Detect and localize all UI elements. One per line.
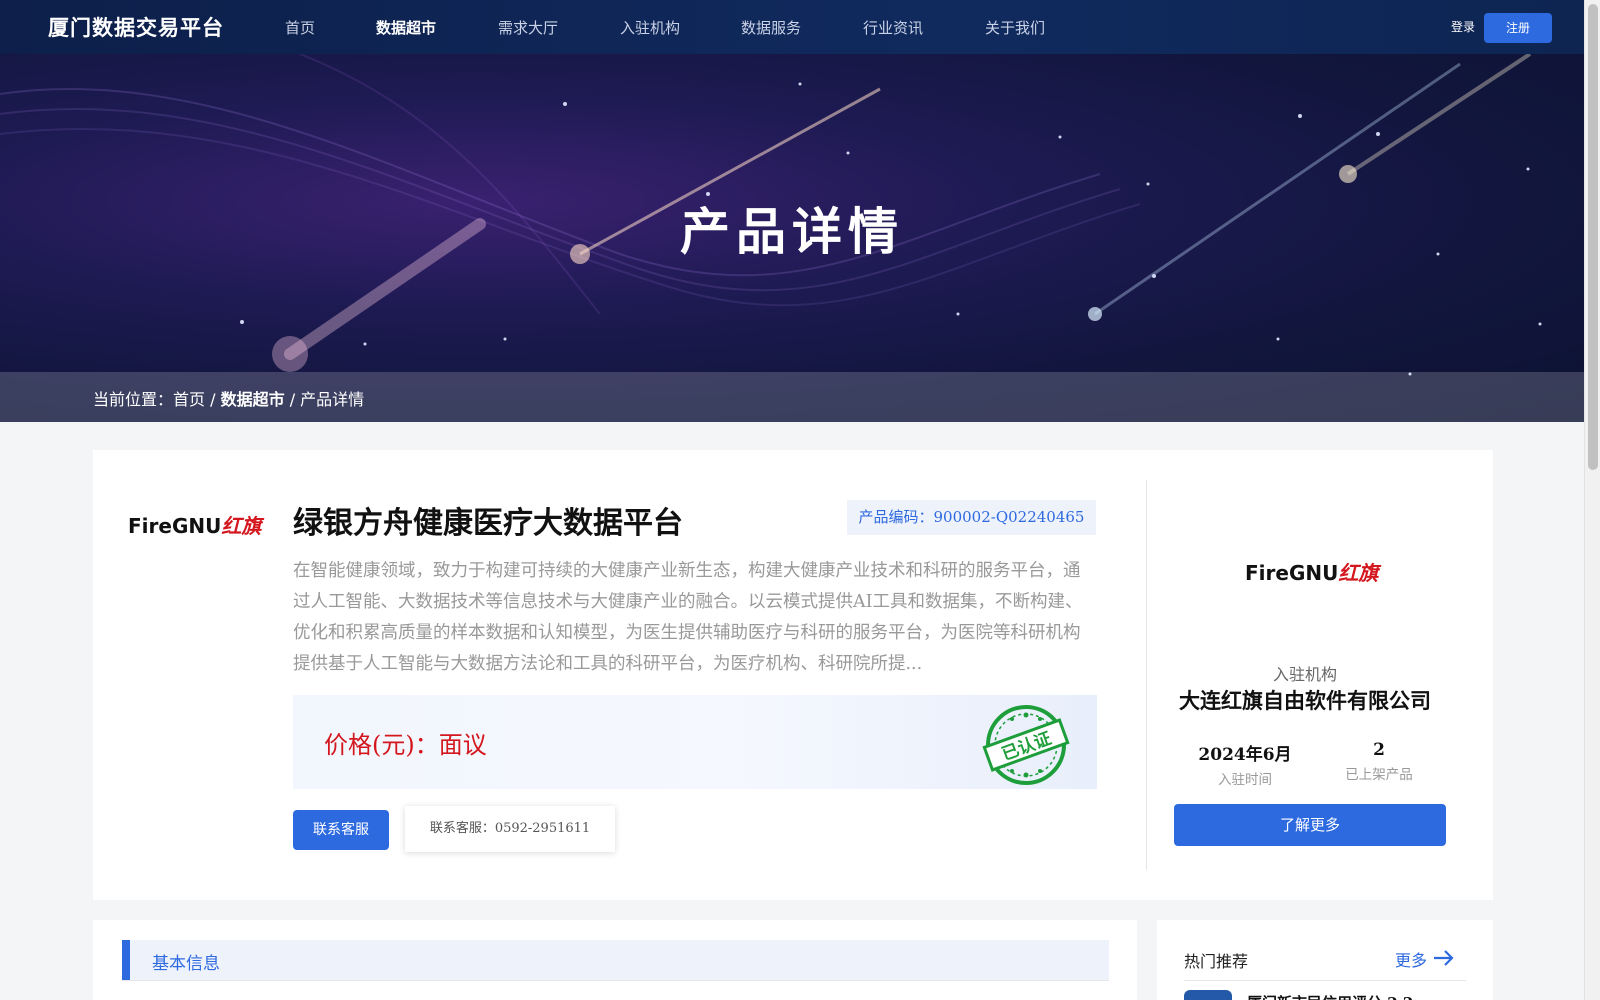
- product-count-label: 已上架产品: [1345, 767, 1413, 783]
- product-description: 在智能健康领域，致力于构建可持续的大健康产业新生态，构建大健康产业技术和科研的服…: [293, 561, 1083, 674]
- breadcrumb-section[interactable]: 数据超市: [221, 390, 285, 409]
- nav-item-demand-hall[interactable]: 需求大厅: [498, 17, 558, 38]
- breadcrumb-prefix: 当前位置：: [93, 390, 174, 409]
- basic-info-card: 基本信息: [93, 920, 1137, 1000]
- logo-cn-text: 红旗: [221, 514, 262, 538]
- hot-item-thumbnail[interactable]: [1184, 990, 1232, 1000]
- breadcrumb-current: 产品详情: [300, 390, 365, 409]
- nav-item-industry-news[interactable]: 行业资讯: [863, 17, 923, 38]
- basic-info-title: 基本信息: [152, 954, 220, 974]
- product-logo: FireGNU红旗: [128, 510, 261, 539]
- price-text: 价格(元)：面议: [324, 731, 487, 759]
- hot-recommendations-card: 热门推荐 更多 厦门新市民信用评分 2.2: [1157, 920, 1493, 1000]
- login-link[interactable]: 登录: [1451, 18, 1475, 35]
- hero-banner: 产品详情 当前位置：首页 / 数据超市 / 产品详情: [0, 54, 1584, 422]
- product-title: 绿银方舟健康医疗大数据平台: [293, 506, 683, 541]
- breadcrumb-separator: /: [205, 390, 221, 409]
- join-date-value: 2024年6月: [1198, 745, 1292, 765]
- nav-item-institutions[interactable]: 入驻机构: [620, 17, 680, 38]
- hot-item-title[interactable]: 厦门新市民信用评分 2.2: [1247, 992, 1413, 1000]
- page-title: 产品详情: [680, 202, 904, 261]
- breadcrumb-trail: 当前位置：首页 / 数据超市 / 产品详情: [93, 386, 364, 410]
- vertical-divider: [1146, 480, 1147, 870]
- hot-recommendations-title: 热门推荐: [1184, 952, 1249, 971]
- basic-info-header: 基本信息: [122, 940, 1109, 980]
- certified-stamp-icon: 已认证: [982, 705, 1070, 785]
- arrow-right-icon[interactable]: [1433, 950, 1455, 966]
- price-panel: 价格(元)：面议 已认证: [293, 695, 1097, 789]
- site-logo[interactable]: 厦门数据交易平台: [48, 12, 224, 42]
- contact-phone-tooltip: 联系客服：0592-2951611: [405, 806, 615, 852]
- learn-more-button[interactable]: 了解更多: [1174, 804, 1446, 846]
- logo-brand-text: FireGNU: [1245, 561, 1339, 585]
- product-count-value: 2: [1373, 740, 1385, 760]
- institution-logo: FireGNU红旗: [1245, 557, 1378, 586]
- divider: [1184, 980, 1466, 981]
- nav-item-about-us[interactable]: 关于我们: [985, 17, 1045, 38]
- institution-label: 入驻机构: [1272, 665, 1337, 684]
- breadcrumb: 当前位置：首页 / 数据超市 / 产品详情: [0, 372, 1584, 422]
- divider: [122, 980, 1109, 981]
- institution-name: 大连红旗自由软件有限公司: [1179, 688, 1431, 713]
- register-button[interactable]: 注册: [1484, 13, 1552, 43]
- nav-item-home[interactable]: 首页: [285, 17, 315, 38]
- product-count-stat: 2 已上架产品: [1309, 740, 1449, 783]
- breadcrumb-separator: /: [284, 390, 301, 409]
- hot-more-link[interactable]: 更多: [1395, 947, 1427, 971]
- nav-item-data-services[interactable]: 数据服务: [741, 17, 801, 38]
- product-code-badge: 产品编码：900002-Q02240465: [847, 500, 1096, 535]
- nav-item-data-market[interactable]: 数据超市: [376, 17, 436, 38]
- breadcrumb-home[interactable]: 首页: [173, 390, 205, 409]
- page-scrollbar[interactable]: [1584, 0, 1600, 1000]
- logo-brand-text: FireGNU: [128, 514, 222, 538]
- logo-cn-text: 红旗: [1338, 561, 1379, 585]
- scrollbar-thumb[interactable]: [1588, 4, 1598, 470]
- join-date-label: 入驻时间: [1218, 772, 1272, 788]
- contact-service-button[interactable]: 联系客服: [293, 810, 389, 850]
- top-navigation: 厦门数据交易平台 首页 数据超市 需求大厅 入驻机构 数据服务 行业资讯 关于我…: [0, 0, 1584, 54]
- product-card: FireGNU红旗 绿银方舟健康医疗大数据平台 产品编码：900002-Q022…: [93, 450, 1493, 900]
- join-date-stat: 2024年6月 入驻时间: [1175, 740, 1315, 788]
